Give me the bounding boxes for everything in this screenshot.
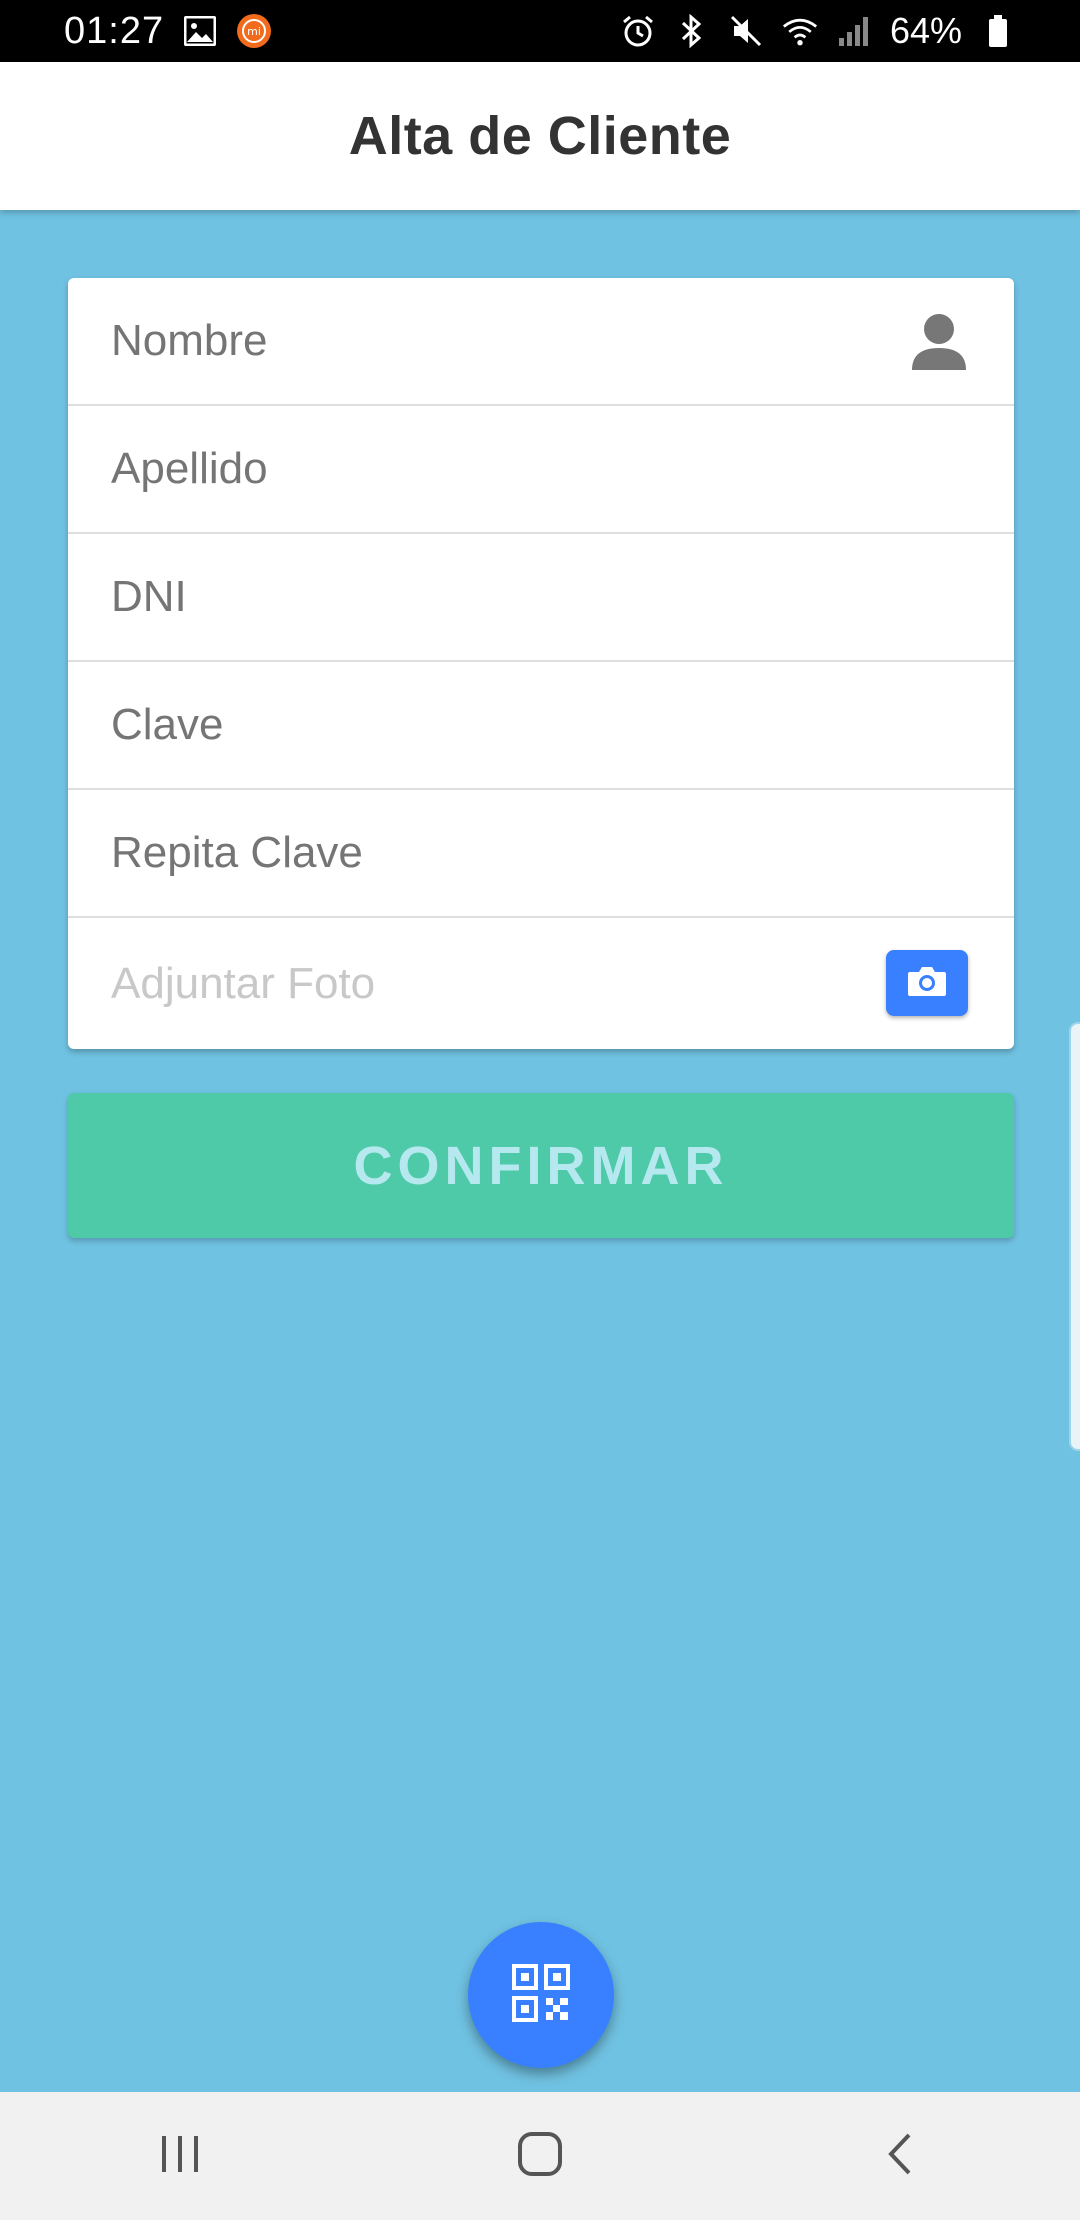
home-icon [517,2131,563,2182]
alarm-icon [620,13,656,49]
mi-app-icon: mi [236,13,272,49]
repita-clave-input[interactable] [111,828,871,878]
status-bar: 01:27 mi 64% [0,0,1080,62]
apellido-input[interactable] [111,444,871,494]
repita-clave-row [68,790,1014,918]
battery-percent: 64% [889,10,962,51]
camera-icon [907,965,947,1002]
recent-apps-button[interactable] [120,2116,240,2196]
person-icon [910,312,968,372]
clave-row [68,662,1014,790]
apellido-row [68,406,1014,534]
signal-icon [836,13,872,49]
page-title: Alta de Cliente [348,106,732,166]
status-time: 01:27 [64,9,165,52]
qr-code-icon [512,1963,570,2027]
nombre-row [68,278,1014,406]
status-bar-right: 64% [620,10,1016,52]
recent-apps-icon [158,2134,202,2179]
svg-text:mi: mi [247,25,261,38]
clave-input[interactable] [111,700,871,750]
confirm-button[interactable]: CONFIRMAR [68,1093,1014,1238]
battery-icon [980,13,1016,49]
adjuntar-foto-row [68,918,1014,1049]
wifi-icon [782,13,818,49]
qr-scan-button[interactable] [468,1922,614,2068]
back-icon [885,2131,915,2182]
system-nav-bar [0,2092,1080,2220]
back-button[interactable] [840,2116,960,2196]
nombre-input[interactable] [111,316,871,366]
adjuntar-foto-input[interactable] [111,958,871,1009]
bluetooth-icon [674,13,710,49]
gallery-icon [182,13,218,49]
home-button[interactable] [480,2116,600,2196]
dni-row [68,534,1014,662]
camera-button[interactable] [886,950,968,1016]
mute-icon [728,13,764,49]
app-header: Alta de Cliente [0,62,1080,210]
status-bar-left: 01:27 mi [64,10,272,53]
dni-input[interactable] [111,572,871,622]
edge-panel-handle[interactable] [1069,1022,1080,1451]
client-form [68,278,1014,1049]
